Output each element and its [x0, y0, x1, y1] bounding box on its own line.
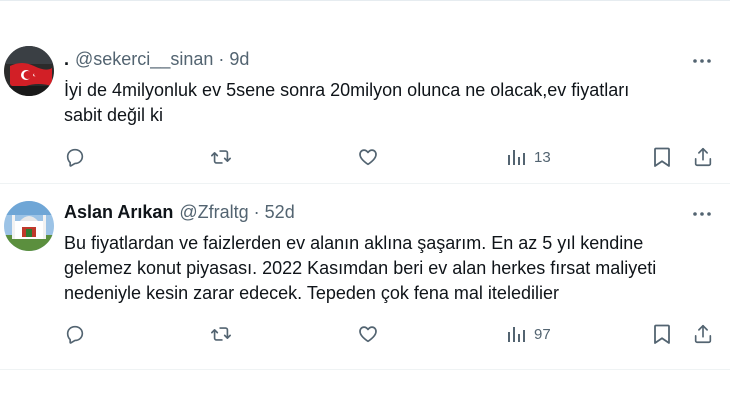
like-button[interactable]	[357, 144, 379, 170]
like-button[interactable]	[357, 321, 379, 347]
separator: ·	[253, 201, 260, 222]
display-name[interactable]: Aslan Arıkan	[64, 202, 173, 223]
share-button[interactable]	[692, 321, 714, 347]
turkish-flag-avatar-icon	[4, 46, 54, 96]
timestamp[interactable]: 52d	[265, 202, 295, 223]
action-bar: 13	[0, 144, 730, 170]
user-handle[interactable]: @sekerci__sinan	[75, 49, 213, 70]
tweet-text: İyi de 4milyonluk ev 5sene sonra 20milyo…	[64, 80, 630, 125]
views-button[interactable]: 13	[506, 144, 551, 170]
views-icon	[508, 327, 525, 342]
heart-icon	[359, 326, 377, 343]
more-icon[interactable]	[692, 51, 712, 71]
views-button[interactable]: 97	[506, 321, 551, 347]
views-icon	[508, 150, 525, 165]
mosque-photo-avatar-icon	[4, 201, 54, 251]
tweet-header: . @sekerci__sinan · 9d	[64, 48, 690, 70]
timestamp[interactable]: 9d	[229, 49, 249, 70]
separator: ·	[218, 48, 225, 69]
action-bar: 97	[0, 321, 730, 347]
heart-icon	[359, 149, 377, 166]
retweet-button[interactable]	[210, 144, 232, 170]
share-icon	[694, 324, 712, 344]
tweet[interactable]: Aslan Arıkan @Zfraltg · 52d Bu fiyatlard…	[0, 184, 730, 370]
views-count: 13	[534, 148, 551, 166]
bookmark-icon	[654, 324, 670, 344]
retweet-icon	[211, 327, 231, 341]
more-icon[interactable]	[692, 204, 712, 224]
display-name[interactable]: .	[64, 49, 69, 70]
avatar[interactable]	[4, 46, 54, 96]
reply-button[interactable]	[64, 144, 86, 170]
tweet[interactable]: . @sekerci__sinan · 9d İyi de 4milyonluk…	[0, 0, 730, 184]
tweet-text: Bu fiyatlardan ve faizlerden ev alanın a…	[64, 233, 657, 303]
share-button[interactable]	[692, 144, 714, 170]
bookmark-icon	[654, 147, 670, 167]
user-handle[interactable]: @Zfraltg	[179, 202, 248, 223]
avatar[interactable]	[4, 201, 54, 251]
reply-button[interactable]	[64, 321, 86, 347]
bookmark-button[interactable]	[652, 321, 672, 347]
reply-feed: . @sekerci__sinan · 9d İyi de 4milyonluk…	[0, 0, 730, 420]
tweet-header: Aslan Arıkan @Zfraltg · 52d	[64, 201, 690, 223]
views-count: 97	[534, 325, 551, 343]
reply-icon	[66, 148, 84, 167]
retweet-button[interactable]	[210, 321, 232, 347]
reply-icon	[66, 325, 84, 344]
retweet-icon	[211, 150, 231, 164]
share-icon	[694, 147, 712, 167]
bookmark-button[interactable]	[652, 144, 672, 170]
